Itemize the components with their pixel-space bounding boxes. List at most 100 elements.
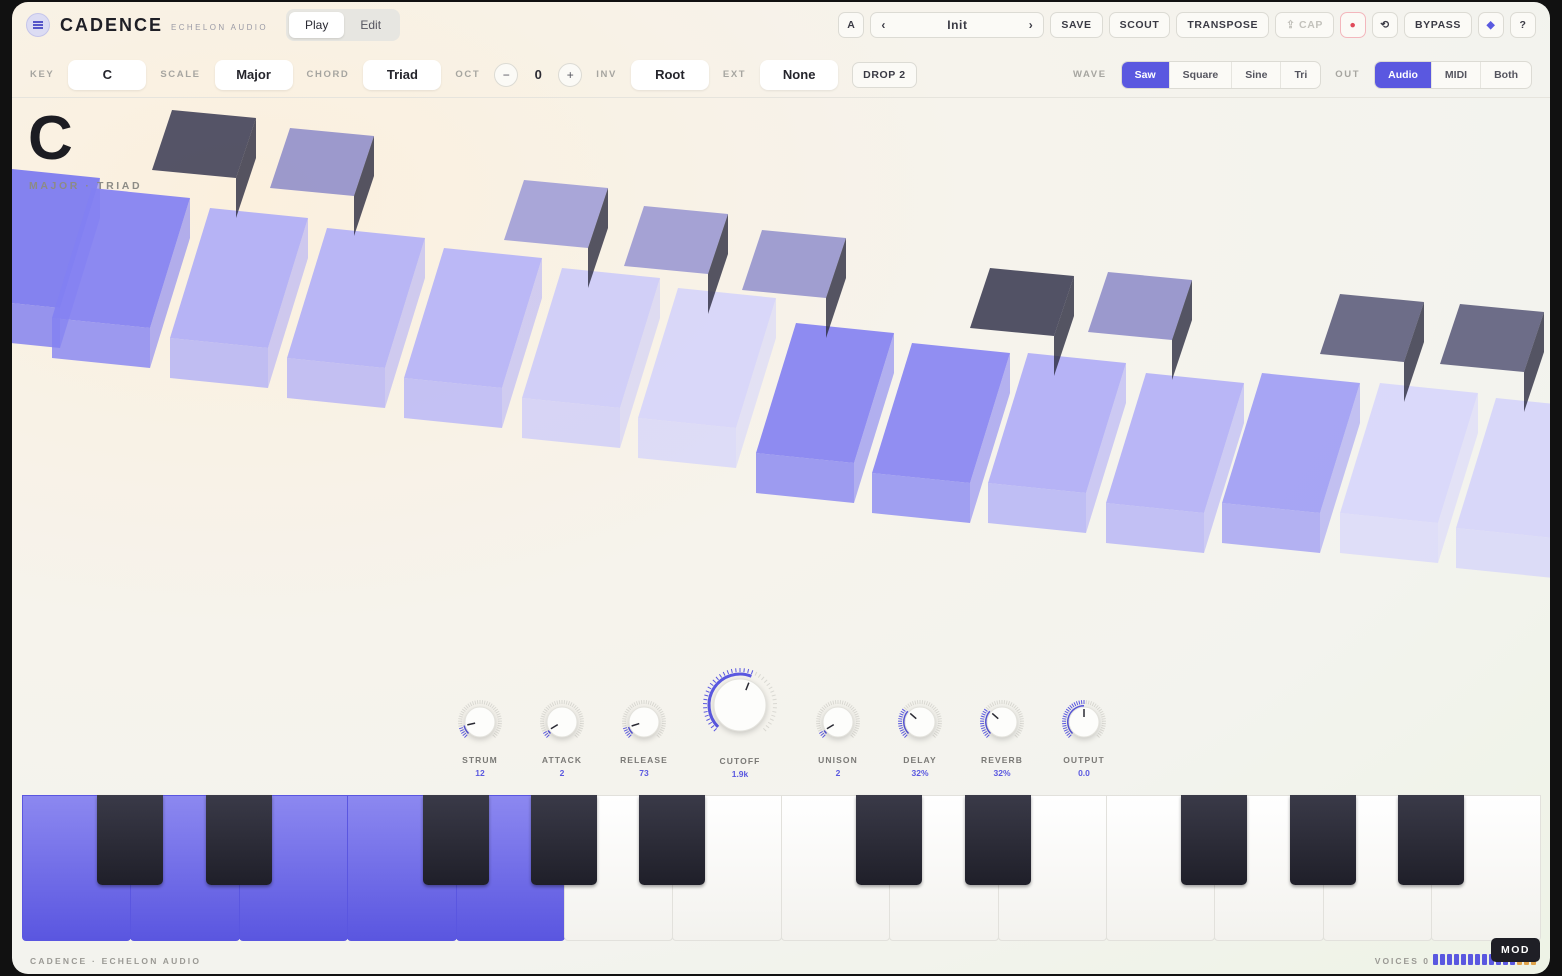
out-midi[interactable]: MIDI <box>1432 61 1482 88</box>
current-note: C <box>28 104 73 173</box>
preset-prev-icon[interactable]: ‹ <box>881 18 886 32</box>
knob-tick <box>934 708 939 712</box>
reverb-value: 32% <box>993 768 1011 778</box>
knob-tick <box>1007 701 1011 706</box>
knob-tick <box>1062 727 1068 730</box>
piano-black-key[interactable] <box>1181 795 1248 885</box>
knob-tick <box>1016 708 1021 712</box>
reverb-knob[interactable]: REVERB 32% <box>974 696 1030 778</box>
wave-tri[interactable]: Tri <box>1281 62 1320 88</box>
chord-visualizer <box>12 110 1550 578</box>
knob-tick <box>853 710 858 714</box>
scale-select[interactable]: Major <box>214 59 293 90</box>
knob-tick <box>898 727 904 730</box>
knob-tick <box>629 704 633 709</box>
voices-count: VOICES 0 <box>1374 956 1430 966</box>
save-button[interactable]: SAVE <box>1050 12 1103 38</box>
attack-knob-dial[interactable] <box>534 696 590 746</box>
knob-tick <box>471 701 475 706</box>
preset-name: Init <box>947 18 968 32</box>
undo-button[interactable]: ⟲ <box>1372 12 1398 38</box>
knob-tick <box>768 686 773 690</box>
help-button[interactable]: ? <box>1510 12 1536 38</box>
knob-tick <box>703 710 708 713</box>
chord-select[interactable]: Triad <box>363 59 442 90</box>
knob-tick <box>542 710 547 714</box>
piano-black-key[interactable] <box>964 795 1031 885</box>
oct-decrement-button[interactable]: − <box>494 62 519 87</box>
knob-tick <box>496 729 501 732</box>
piano-black-key[interactable] <box>856 795 923 885</box>
knob-tick <box>932 734 936 738</box>
piano-black-key[interactable] <box>1289 795 1356 885</box>
unison-knob-dial[interactable] <box>810 696 866 746</box>
knob-tick <box>704 714 709 717</box>
out-both[interactable]: Both <box>1481 62 1531 88</box>
knob-tick <box>770 690 775 693</box>
preset-selector[interactable]: ‹ Init › <box>870 12 1045 38</box>
tab-edit[interactable]: Edit <box>344 12 397 38</box>
knob-tick <box>852 708 857 712</box>
knob-tick <box>909 702 913 707</box>
wave-square[interactable]: Square <box>1170 61 1233 88</box>
drop2-button[interactable]: DROP 2 <box>852 61 917 88</box>
piano-black-key[interactable] <box>422 795 489 885</box>
release-knob[interactable]: RELEASE 73 <box>616 696 672 778</box>
cutoff-knob-dial[interactable] <box>695 663 785 747</box>
cutoff-knob[interactable]: CUTOFF 1.9k <box>695 663 785 779</box>
knob-tick <box>1101 715 1106 718</box>
knob-tick <box>575 732 580 737</box>
wave-sine[interactable]: Sine <box>1232 61 1282 88</box>
knob-tick <box>911 701 915 706</box>
viz-white-key-top <box>1340 383 1478 523</box>
extension-select[interactable]: None <box>760 59 839 90</box>
out-audio[interactable]: Audio <box>1375 61 1432 88</box>
preset-next-icon[interactable]: › <box>1029 18 1034 32</box>
knob-tick <box>855 715 860 718</box>
piano-black-key[interactable] <box>1398 795 1465 885</box>
knob-tick <box>704 694 709 697</box>
strum-knob-dial[interactable] <box>452 696 508 746</box>
unison-knob[interactable]: UNISON 2 <box>810 696 866 778</box>
diamond-icon[interactable]: ◆ <box>1478 12 1504 38</box>
key-select[interactable]: C <box>68 59 147 90</box>
oct-increment-button[interactable]: + <box>558 62 583 87</box>
knob-tick <box>623 713 628 716</box>
knob-tick <box>936 729 941 732</box>
tab-play[interactable]: Play <box>289 12 345 38</box>
knob-tick <box>853 730 858 734</box>
ab-compare-button[interactable]: A <box>838 12 865 38</box>
scout-button[interactable]: SCOUT <box>1108 12 1171 38</box>
menu-icon[interactable] <box>26 13 50 37</box>
knob-tick <box>661 718 666 720</box>
knob-tick <box>622 718 627 720</box>
knob-tick <box>556 700 559 705</box>
output-knob[interactable]: OUTPUT 0.0 <box>1056 696 1112 778</box>
knob-tick <box>461 708 466 712</box>
knob-tick <box>914 700 917 705</box>
wave-saw[interactable]: Saw <box>1121 61 1170 88</box>
output-knob-dial[interactable] <box>1056 696 1112 746</box>
piano-black-key[interactable] <box>97 795 164 885</box>
knob-tick <box>660 729 665 732</box>
delay-knob-dial[interactable] <box>892 696 948 746</box>
reverb-knob-dial[interactable] <box>974 696 1030 746</box>
knob-tick <box>757 673 761 678</box>
record-button[interactable]: ● <box>1340 12 1366 38</box>
delay-knob[interactable]: DELAY 32% <box>892 696 948 778</box>
piano-black-key[interactable] <box>639 795 706 885</box>
mod-button[interactable]: MOD <box>1491 938 1540 962</box>
piano-keyboard[interactable] <box>22 795 1541 941</box>
piano-black-key[interactable] <box>205 795 272 885</box>
knob-tick <box>817 729 822 732</box>
attack-knob[interactable]: ATTACK 2 <box>534 696 590 778</box>
knob-tick <box>622 715 627 718</box>
strum-knob[interactable]: STRUM 12 <box>452 696 508 778</box>
inversion-select[interactable]: Root <box>630 59 709 90</box>
bypass-button[interactable]: BYPASS <box>1404 12 1472 38</box>
piano-black-key[interactable] <box>531 795 597 885</box>
transpose-button[interactable]: TRANSPOSE <box>1176 12 1270 38</box>
knob-body <box>904 706 936 738</box>
cap-button[interactable]: ⇪ CAP <box>1275 12 1334 38</box>
release-knob-dial[interactable] <box>616 696 672 746</box>
